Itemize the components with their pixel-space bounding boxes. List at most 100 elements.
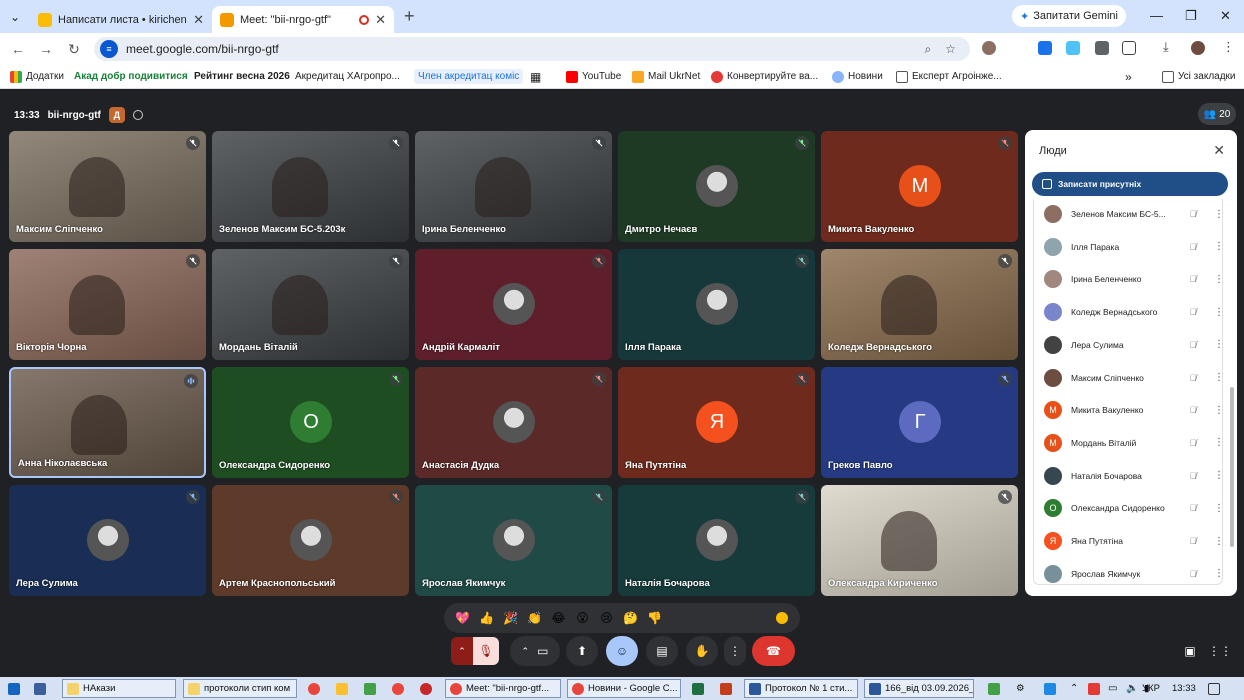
tab-meet[interactable]: Meet: "bii-nrgo-gtf" ✕ [212, 6, 394, 33]
clock[interactable]: 13:33 [1168, 679, 1200, 698]
activities-button[interactable]: ⋮⋮ [1208, 636, 1232, 666]
participant-tile[interactable]: Зеленов Максим БС-5.203к [212, 131, 409, 242]
forward-arrow-icon[interactable]: → [32, 41, 60, 57]
taskbar-item[interactable]: Протокол № 1 сти... [744, 679, 858, 698]
more-vert-icon[interactable]: ⋮ [1214, 437, 1224, 448]
reaction-emoji[interactable]: 😂 [550, 611, 567, 625]
panel-scrollbar[interactable] [1230, 387, 1234, 547]
record-attendance-button[interactable]: Записати присутніх [1032, 172, 1228, 196]
bookmark-reiting[interactable]: Рейтинг весна 2026 [194, 71, 290, 82]
participant-tile[interactable]: О Олександра Сидоренко [212, 367, 409, 478]
app-icon[interactable] [360, 679, 380, 698]
mic-muted-icon[interactable]: 🎙̸ [1186, 242, 1200, 252]
bookmark-ukrnet[interactable]: Mail UkrNet [632, 70, 700, 83]
more-vert-icon[interactable]: ⋮ [1214, 503, 1224, 514]
profile-avatar[interactable] [1191, 41, 1205, 55]
back-arrow-icon[interactable]: ← [4, 41, 32, 57]
chat-button[interactable]: ▣ [1178, 636, 1202, 666]
participant-tile[interactable]: Анна Ніколаєвська [9, 367, 206, 478]
taskbar-item[interactable]: Meet: "bii-nrgo-gtf... [445, 679, 561, 698]
bookmark-chlen[interactable]: Член акредитац коміс [414, 69, 524, 84]
mic-muted-icon[interactable]: 🎙̸ [1186, 438, 1200, 448]
bookmark-convert[interactable]: Конвертируйте ва... [711, 70, 818, 83]
extensions-puzzle-icon[interactable] [1122, 41, 1136, 55]
leave-call-button[interactable]: ☎ [752, 636, 795, 666]
tray-chevron-icon[interactable]: ⌃ [1066, 679, 1082, 698]
tray-icon[interactable] [1084, 679, 1104, 698]
captions-button[interactable]: ▤ [646, 636, 678, 666]
participant-tile[interactable]: Дмитро Нечаєв [618, 131, 815, 242]
participant-tile[interactable]: Анастасія Дудка [415, 367, 612, 478]
mic-muted-icon[interactable]: 🎙̸ [1186, 307, 1200, 317]
mic-muted-icon[interactable]: 🎙̸ [1186, 209, 1200, 219]
participant-tile[interactable]: Г Греков Павло [821, 367, 1018, 478]
excel-icon[interactable] [688, 679, 708, 698]
camera-control[interactable]: ⌃ ▭ [510, 636, 560, 666]
notifications-icon[interactable] [1204, 679, 1224, 698]
mic-muted-icon[interactable]: 🎙̸ [1186, 503, 1200, 513]
close-tab-icon[interactable]: ✕ [375, 12, 386, 28]
reactions-button[interactable]: ☺ [606, 636, 638, 666]
download-icon[interactable]: ⤓ [1163, 39, 1177, 54]
taskbar-item[interactable]: 166_від 03.09.2026_... [864, 679, 974, 698]
more-vert-icon[interactable]: ⋮ [1214, 274, 1224, 285]
participant-list-item[interactable]: М Микита Вакуленко 🎙̸ ⋮ [1044, 399, 1224, 421]
participant-list-item[interactable]: Ярослав Якимчук 🎙̸ ⋮ [1044, 563, 1224, 585]
participant-tile[interactable]: Ірина Беленченко [415, 131, 612, 242]
participant-list-item[interactable]: Наталія Бочарова 🎙̸ ⋮ [1044, 465, 1224, 487]
bookmark-akad[interactable]: Акад добр подивитися [74, 71, 188, 82]
mic-muted-icon[interactable]: 🎙̸ [1186, 274, 1200, 284]
taskbar-item[interactable]: Новини - Google C... [567, 679, 681, 698]
omnibox[interactable]: ≡ meet.google.com/bii-nrgo-gtf ⌕ ☆ [94, 37, 970, 61]
app-icon[interactable] [416, 679, 436, 698]
participant-list-item[interactable]: М Мордань Віталій 🎙̸ ⋮ [1044, 432, 1224, 454]
close-panel-icon[interactable]: ✕ [1213, 142, 1225, 159]
mic-muted-icon[interactable]: 🎙̸ [1186, 471, 1200, 481]
participant-tile[interactable]: Ярослав Якимчук [415, 485, 612, 596]
participant-list-item[interactable]: Ірина Беленченко 🎙̸ ⋮ [1044, 268, 1224, 290]
participant-list-item[interactable]: Я Яна Путятіна 🎙̸ ⋮ [1044, 530, 1224, 552]
participant-list-item[interactable]: Лера Сулима 🎙̸ ⋮ [1044, 334, 1224, 356]
present-screen-button[interactable]: ⬆ [566, 636, 598, 666]
more-vert-icon[interactable]: ⋮ [1214, 536, 1224, 547]
more-vert-icon[interactable]: ⋮ [1214, 405, 1224, 416]
tray-icon[interactable] [984, 679, 1004, 698]
mic-muted-icon[interactable]: 🎙̸ [1186, 536, 1200, 546]
more-bookmarks-chevron-icon[interactable]: » [1125, 70, 1132, 84]
camera-icon[interactable]: ▭ [537, 644, 548, 658]
bookmark-youtube[interactable]: YouTube [566, 70, 621, 83]
more-options-button[interactable]: ⋮ [724, 636, 746, 666]
bookmark-expert[interactable]: Експерт Агроінже... [896, 70, 1002, 83]
browser-menu-icon[interactable]: ⋮ [1222, 39, 1236, 54]
language-indicator[interactable]: УКР [1142, 679, 1164, 698]
more-vert-icon[interactable]: ⋮ [1214, 372, 1224, 383]
mic-muted-icon[interactable]: 🎙̸ [1186, 405, 1200, 415]
more-vert-icon[interactable]: ⋮ [1214, 307, 1224, 318]
mic-muted-icon[interactable]: 🎙̸ [1186, 373, 1200, 383]
more-vert-icon[interactable]: ⋮ [1214, 241, 1224, 252]
reaction-emoji[interactable]: 👏 [526, 611, 543, 625]
participant-tile[interactable]: Максим Сліпченко [9, 131, 206, 242]
bookmark-apps[interactable]: Додатки [10, 70, 64, 83]
more-vert-icon[interactable]: ⋮ [1214, 339, 1224, 350]
minimize-window-icon[interactable]: — [1150, 8, 1163, 23]
participant-list-item[interactable]: Ілля Парака 🎙̸ ⋮ [1044, 236, 1224, 258]
participant-tile[interactable]: Ілля Парака [618, 249, 815, 360]
participants-count-button[interactable]: 👥 20 [1198, 103, 1236, 125]
participant-tile[interactable]: Я Яна Путятіна [618, 367, 815, 478]
tray-icon[interactable] [1040, 679, 1060, 698]
participant-tile[interactable]: Мордань Віталій [212, 249, 409, 360]
participant-tile[interactable]: М Микита Вакуленко [821, 131, 1018, 242]
taskbar-item[interactable]: НАкази [62, 679, 176, 698]
extension-icon[interactable] [1066, 41, 1080, 55]
bookmark-akredytats[interactable]: Акредитац ХАгропро... [295, 71, 400, 82]
reaction-emoji[interactable]: 🤔 [622, 611, 639, 625]
network-icon[interactable]: ▭ [1104, 679, 1121, 698]
reaction-emoji[interactable]: 😢 [598, 611, 615, 625]
participant-list-item[interactable]: Зеленов Максим БС-5... 🎙̸ ⋮ [1044, 203, 1224, 225]
raise-hand-button[interactable]: ✋ [686, 636, 718, 666]
extension-icon[interactable] [1038, 41, 1052, 55]
show-desktop-button[interactable] [30, 679, 50, 698]
participant-tile[interactable]: Коледж Вернадського [821, 249, 1018, 360]
mic-options-chevron-icon[interactable]: ⌃ [451, 637, 473, 665]
